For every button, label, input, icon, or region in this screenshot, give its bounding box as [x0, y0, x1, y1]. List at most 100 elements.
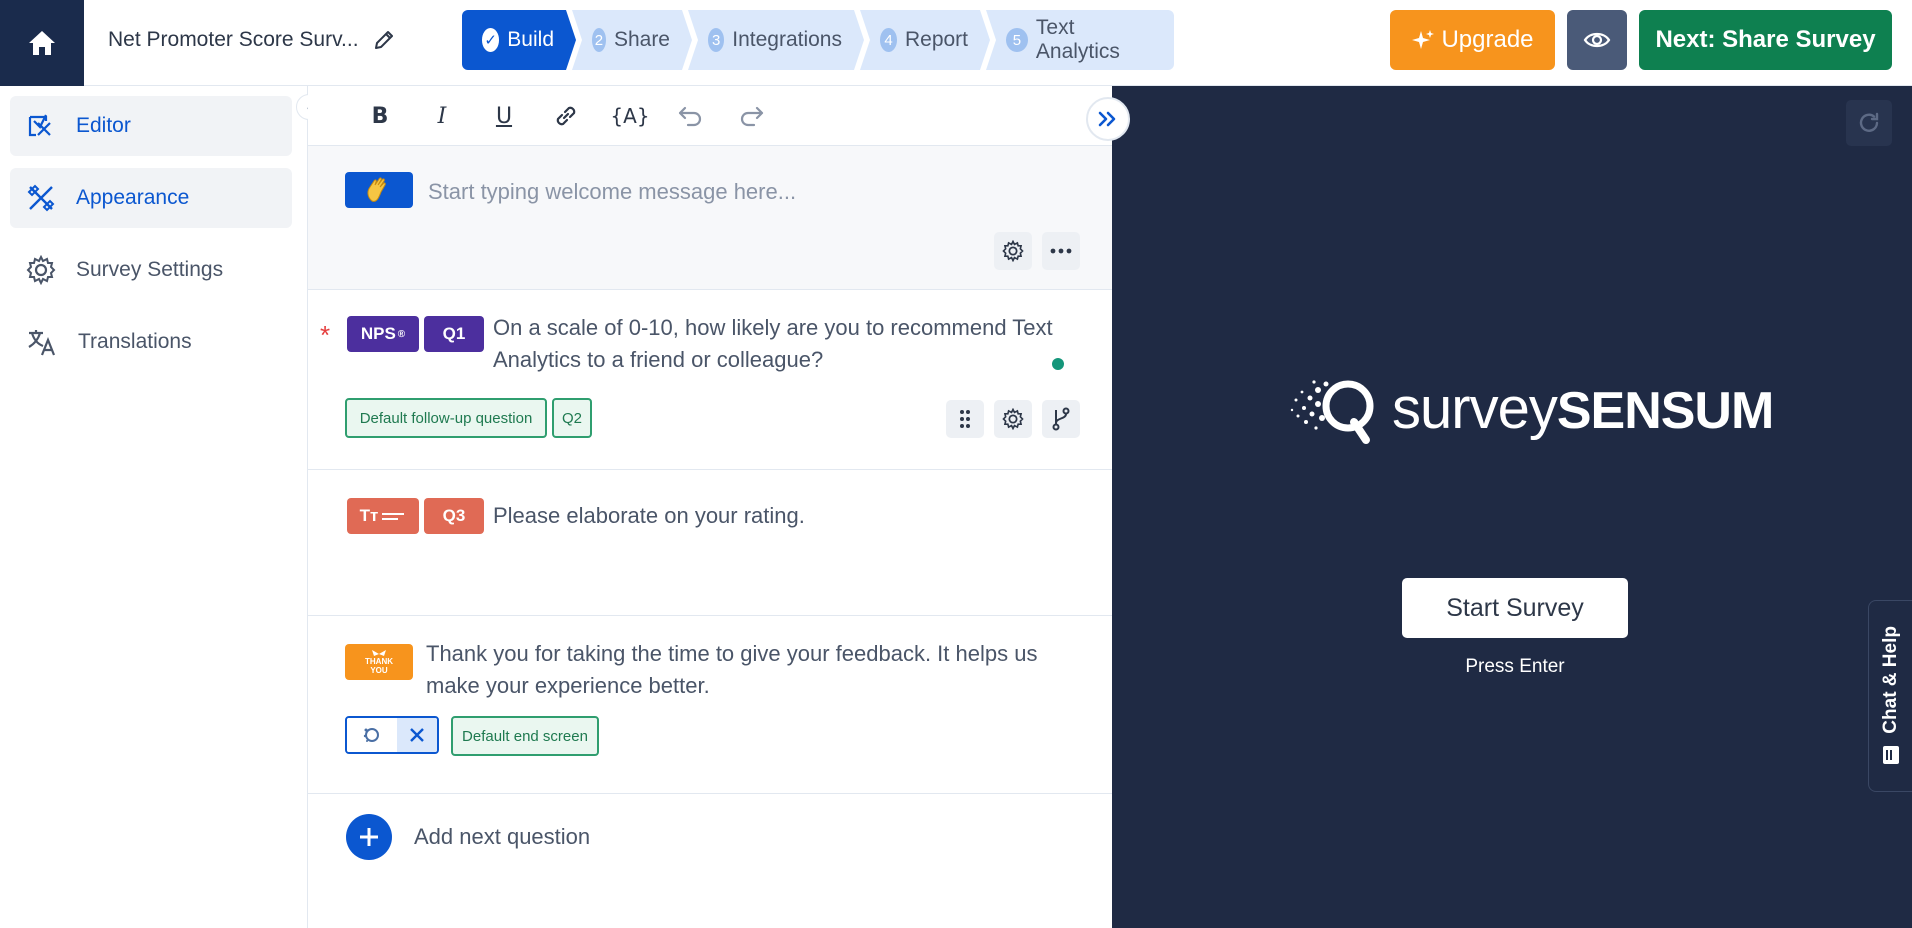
nps-type-badge: NPS ®	[347, 316, 419, 352]
sidebar-item-editor[interactable]: Editor	[10, 96, 292, 156]
step-label: Integrations	[732, 28, 842, 51]
text-lines-icon	[382, 513, 405, 520]
sidebar-item-survey-settings[interactable]: Survey Settings	[10, 240, 292, 300]
next-label: Next: Share Survey	[1655, 26, 1876, 53]
sidebar: Editor Appearance Survey Settings Transl…	[0, 86, 308, 928]
step-label: Build	[507, 28, 554, 51]
welcome-more-button[interactable]	[1042, 232, 1080, 270]
thank-you-text[interactable]: Thank you for taking the time to give yo…	[426, 638, 1086, 702]
step-integrations[interactable]: 3 Integrations	[688, 10, 864, 70]
refresh-preview-button[interactable]	[1846, 100, 1892, 146]
start-survey-button[interactable]: Start Survey	[1402, 578, 1628, 638]
underline-button[interactable]: U	[488, 100, 520, 132]
step-report[interactable]: 4 Report	[860, 10, 990, 70]
branch-logic-button[interactable]	[1042, 400, 1080, 438]
step-text-analytics[interactable]: 5 Text Analytics	[986, 10, 1174, 70]
question-block-q1[interactable]: * NPS ® Q1 On a scale of 0-10, how likely…	[308, 290, 1112, 470]
expand-preview-button[interactable]	[1086, 97, 1130, 141]
thank-you-screen-block[interactable]: THANK YOU Thank you for taking the time …	[308, 616, 1112, 794]
step-share[interactable]: 2 Share	[572, 10, 692, 70]
upgrade-button[interactable]: Upgrade	[1390, 10, 1555, 70]
badge-label: Q3	[442, 506, 466, 525]
italic-icon: I	[437, 103, 447, 129]
editor-icon	[28, 114, 51, 137]
drag-handle[interactable]	[946, 400, 984, 438]
preview-button[interactable]	[1567, 10, 1627, 70]
sidebar-item-label: Editor	[76, 114, 131, 137]
home-button[interactable]	[0, 0, 84, 86]
step-number: 5	[1006, 28, 1028, 52]
end-screen-image-chip[interactable]	[345, 716, 439, 754]
thumbnail-image	[347, 718, 397, 752]
badge-label: Q1	[442, 324, 466, 343]
step-label: Text Analytics	[1035, 16, 1120, 63]
tag-label: Default end screen	[462, 727, 588, 745]
sidebar-item-translations[interactable]: Translations	[10, 312, 292, 372]
eye-icon	[1583, 32, 1611, 48]
badge-line1: THANK	[365, 657, 393, 666]
insert-variable-button[interactable]: {A}	[610, 100, 650, 132]
survey-title-text: Net Promoter Score Surv...	[108, 28, 359, 51]
upgrade-label: Upgrade	[1441, 26, 1534, 53]
link-button[interactable]	[550, 100, 582, 132]
question-text[interactable]: On a scale of 0-10, how likely are you t…	[493, 312, 1073, 376]
remove-image-button[interactable]	[397, 718, 437, 752]
badge-label: NPS	[360, 324, 396, 343]
logo-wordmark: surveySENSUM	[1392, 375, 1774, 442]
add-question-button[interactable]: Add next question	[346, 814, 590, 860]
start-survey-label: Start Survey	[1446, 593, 1584, 622]
step-number: 2	[592, 28, 606, 52]
survey-title: Net Promoter Score Surv...	[108, 28, 395, 52]
tag-label: Default follow-up question	[359, 409, 533, 427]
italic-button[interactable]: I	[426, 100, 458, 132]
logo-word-bold: SENSUM	[1556, 381, 1774, 440]
surveysensum-logo: surveySENSUM	[1288, 370, 1774, 446]
step-number: 4	[880, 28, 897, 52]
ribbon-icon	[372, 650, 386, 656]
redo-button[interactable]	[736, 100, 768, 132]
survey-editor: B I U {A} Start typing welcome message h…	[308, 86, 1130, 928]
gear-icon	[26, 255, 56, 285]
sidebar-item-label: Survey Settings	[76, 258, 224, 281]
translate-icon	[28, 330, 56, 356]
step-build[interactable]: ✓ Build	[462, 10, 576, 70]
format-toolbar: B I U {A}	[308, 86, 1112, 146]
plus-circle-icon	[346, 814, 392, 860]
bold-button[interactable]: B	[364, 100, 396, 132]
sidebar-item-label: Appearance	[76, 186, 190, 209]
check-icon: ✓	[482, 28, 499, 52]
home-icon	[29, 31, 55, 55]
undo-button[interactable]	[674, 100, 706, 132]
followup-question-tag[interactable]: Default follow-up question	[345, 398, 547, 438]
undo-icon	[678, 106, 702, 127]
sidebar-item-appearance[interactable]: Appearance	[10, 168, 292, 228]
pencil-icon[interactable]	[373, 29, 395, 51]
sidebar-item-label: Translations	[78, 330, 192, 353]
question-text[interactable]: Please elaborate on your rating.	[493, 500, 805, 532]
design-tools-icon	[27, 184, 55, 212]
question-settings-button[interactable]	[994, 400, 1032, 438]
question-number-badge: Q1	[424, 316, 484, 352]
press-enter-hint: Press Enter	[1465, 656, 1565, 677]
question-block-q3[interactable]: Tт Q3 Please elaborate on your rating.	[308, 470, 1112, 616]
welcome-settings-button[interactable]	[994, 232, 1032, 270]
default-end-screen-tag[interactable]: Default end screen	[451, 716, 599, 756]
sparkle-icon	[1412, 30, 1435, 49]
badge-label: Tт	[359, 506, 379, 525]
status-dot	[1052, 358, 1064, 370]
followup-question-number-tag[interactable]: Q2	[552, 398, 592, 438]
refresh-icon	[1859, 112, 1879, 132]
step-number: 3	[708, 28, 724, 52]
badge-sup: ®	[397, 328, 406, 340]
welcome-badge	[345, 172, 413, 208]
welcome-screen-block[interactable]: Start typing welcome message here...	[308, 146, 1112, 290]
waving-hand-icon	[367, 177, 386, 202]
top-bar: Net Promoter Score Surv... ✓ Build 2 Sha…	[0, 0, 1912, 86]
add-question-block[interactable]: Add next question	[308, 794, 1112, 928]
gear-icon	[1002, 408, 1024, 430]
next-share-survey-button[interactable]: Next: Share Survey	[1639, 10, 1892, 70]
bold-icon: B	[371, 103, 389, 129]
thank-you-badge: THANK YOU	[345, 644, 413, 680]
chat-help-tab[interactable]: Chat & Help	[1868, 600, 1912, 792]
welcome-message-input[interactable]: Start typing welcome message here...	[428, 176, 796, 208]
